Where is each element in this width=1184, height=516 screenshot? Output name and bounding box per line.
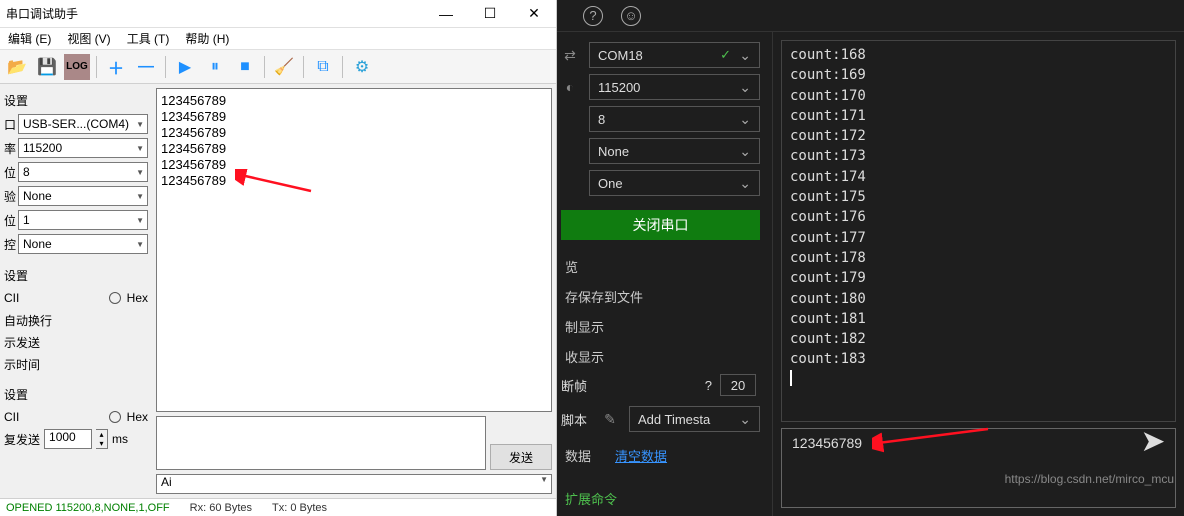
rx-ascii-label: CII — [4, 291, 19, 305]
tx-hex-label: Hex — [127, 410, 148, 424]
send-icon[interactable]: ➤ — [1127, 415, 1179, 467]
clear-icon[interactable]: 🧹 — [271, 54, 297, 80]
rx-hex-label: Hex — [127, 291, 148, 305]
config-sidebar: ⇄COM18 ◐115200 8 None One 关闭串口 览 存保存到文件 … — [557, 32, 772, 516]
baud-select[interactable]: 115200 — [18, 138, 148, 158]
send-button[interactable]: 发送 — [490, 444, 552, 470]
showsend-label[interactable]: 示发送 — [4, 334, 40, 351]
menu-help[interactable]: 帮助 (H) — [185, 30, 229, 47]
top-iconbar: ? ☺ — [557, 0, 1184, 32]
port-select[interactable]: COM18 — [589, 42, 760, 68]
right-app: ? ☺ ⇄ COM18 ◐ 115200 8 None One 关闭串口 览 存保存… — [557, 0, 1184, 516]
titlebar: 串口调试助手 — ☐ ✕ — [0, 0, 556, 28]
tx-hex-radio[interactable] — [109, 411, 121, 423]
frame-size-input[interactable]: 20 — [720, 374, 756, 396]
opt-savefile[interactable]: 存保存到文件 — [561, 284, 760, 308]
data-label: 数据 — [565, 446, 591, 465]
databits-select[interactable]: 8 — [18, 162, 148, 182]
port-select[interactable]: USB-SER...(COM4) — [18, 114, 148, 134]
opt-ctrldisp[interactable]: 制显示 — [561, 314, 760, 338]
close-button[interactable]: ✕ — [512, 0, 556, 28]
plug-icon: ⇄ — [561, 47, 579, 64]
window-title: 串口调试助手 — [6, 5, 78, 22]
repeat-interval-input[interactable]: 1000 — [44, 429, 92, 449]
timestamp-select[interactable]: Add Timesta — [629, 406, 760, 432]
smile-icon[interactable]: ☺ — [621, 6, 641, 26]
settings-icon[interactable]: ⚙ — [349, 54, 375, 80]
baud-select[interactable]: 115200 — [589, 74, 760, 100]
arrow-annotation-icon — [872, 425, 992, 455]
stopbits-select[interactable]: One — [589, 170, 760, 196]
log-icon[interactable]: LOG — [64, 54, 90, 80]
watermark: https://blog.csdn.net/mirco_mcu — [1005, 472, 1174, 486]
stop-icon[interactable]: ■ — [232, 54, 258, 80]
menu-edit[interactable]: 编辑 (E) — [8, 30, 51, 47]
autowrap-label[interactable]: 自动换行 — [4, 312, 52, 329]
monitor-output[interactable]: count:168 count:169 count:170 count:171 … — [781, 40, 1176, 422]
showtime-label[interactable]: 示时间 — [4, 356, 40, 373]
encoding-select[interactable]: Ai — [156, 474, 552, 494]
receive-textarea[interactable]: 123456789 123456789 123456789 123456789 … — [156, 88, 552, 412]
send-input[interactable]: 123456789 ➤ — [781, 428, 1176, 508]
close-port-button[interactable]: 关闭串口 — [561, 210, 760, 240]
statusbar: OPENED 115200,8,NONE,1,OFF Rx: 60 Bytes … — [0, 498, 556, 516]
main-panel: 123456789 123456789 123456789 123456789 … — [152, 84, 556, 498]
play-icon[interactable]: ▶ — [172, 54, 198, 80]
status-rx: Rx: 60 Bytes — [190, 502, 252, 514]
tx-ascii-label: CII — [4, 410, 19, 424]
opt-script: 脚本 — [561, 410, 591, 429]
rx-hex-radio[interactable] — [109, 292, 121, 304]
remove-icon[interactable]: — — [133, 54, 159, 80]
settings-sidebar: 设置 口USB-SER...(COM4) 率115200 位8 验None 位1… — [0, 84, 152, 498]
parity-select[interactable]: None — [589, 138, 760, 164]
newwin-icon[interactable]: ⧉ — [310, 54, 336, 80]
group-tx-title: 设置 — [4, 386, 148, 403]
group-rx-title: 设置 — [4, 267, 148, 284]
maximize-button[interactable]: ☐ — [468, 0, 512, 28]
left-app: 串口调试助手 — ☐ ✕ 编辑 (E) 视图 (V) 工具 (T) 帮助 (H)… — [0, 0, 557, 516]
add-icon[interactable]: ＋ — [103, 54, 129, 80]
pause-icon[interactable]: ⏸ — [202, 54, 228, 80]
status-conn: OPENED 115200,8,NONE,1,OFF — [6, 502, 170, 514]
monitor-panel: count:168 count:169 count:170 count:171 … — [772, 32, 1184, 516]
minimize-button[interactable]: — — [424, 0, 468, 28]
script-icon: ✎ — [601, 411, 619, 428]
menu-tools[interactable]: 工具 (T) — [127, 30, 170, 47]
arrow-annotation-icon — [235, 169, 315, 199]
menu-view[interactable]: 视图 (V) — [67, 30, 110, 47]
send-textarea[interactable] — [156, 416, 486, 470]
databits-select[interactable]: 8 — [589, 106, 760, 132]
group-port-title: 设置 — [4, 92, 148, 109]
opt-frame[interactable]: 断帧 — [561, 376, 587, 395]
menubar: 编辑 (E) 视图 (V) 工具 (T) 帮助 (H) — [0, 28, 556, 50]
opt-preview[interactable]: 览 — [561, 254, 760, 278]
toolbar: 📂 💾 LOG ＋ — ▶ ⏸ ■ 🧹 ⧉ ⚙ — [0, 50, 556, 84]
flowcontrol-select[interactable]: None — [18, 234, 148, 254]
status-tx: Tx: 0 Bytes — [272, 502, 327, 514]
clear-data-link[interactable]: 清空数据 — [615, 446, 667, 465]
repeat-label[interactable]: 复发送 — [4, 431, 40, 448]
save-icon[interactable]: 💾 — [34, 54, 60, 80]
help-icon[interactable]: ? — [583, 6, 603, 26]
stopbits-select[interactable]: 1 — [18, 210, 148, 230]
open-icon[interactable]: 📂 — [4, 54, 30, 80]
baud-icon: ◐ — [561, 79, 579, 95]
ext-cmd-link[interactable]: 扩展命令 — [565, 489, 617, 508]
body: 设置 口USB-SER...(COM4) 率115200 位8 验None 位1… — [0, 84, 556, 498]
frame-q[interactable]: ? — [705, 378, 712, 393]
opt-rxdisp[interactable]: 收显示 — [561, 344, 760, 368]
parity-select[interactable]: None — [18, 186, 148, 206]
